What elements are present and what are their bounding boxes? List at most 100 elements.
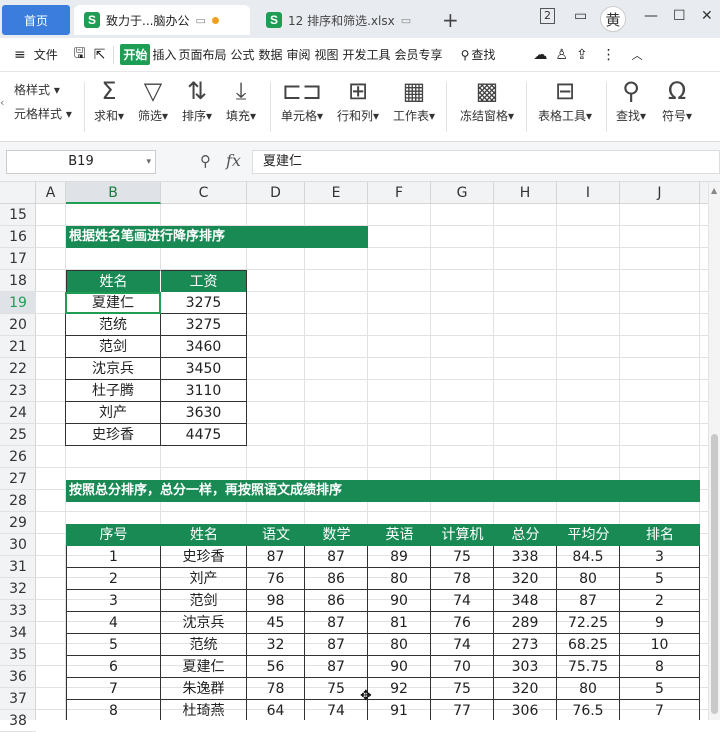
tab-document-2[interactable]: S 12 排序和筛选.xlsx ▭ (256, 5, 432, 35)
table2-cell-chinese[interactable]: 45 (247, 612, 305, 634)
table2-cell-english[interactable]: 90 (368, 656, 431, 678)
share-user-icon[interactable]: ♙ (555, 47, 568, 63)
column-header-i[interactable]: I (557, 182, 620, 204)
table2-cell-seq[interactable]: 7 (66, 678, 161, 700)
row-header[interactable]: 30 (0, 534, 36, 556)
row-header[interactable]: 16 (0, 226, 36, 248)
table2-cell-name[interactable]: 沈京兵 (161, 612, 247, 634)
table2-cell-math[interactable]: 74 (305, 700, 368, 720)
column-header-a[interactable]: A (36, 182, 66, 204)
column-header-e[interactable]: E (305, 182, 368, 204)
table2-cell-rank[interactable]: 7 (620, 700, 700, 720)
table2-cell-english[interactable]: 80 (368, 568, 431, 590)
table2-header[interactable]: 序号 (66, 524, 161, 546)
table2-cell-english[interactable]: 80 (368, 634, 431, 656)
rows-cols-button[interactable]: ⊞ 行和列▾ (330, 76, 386, 126)
table2-cell-chinese[interactable]: 56 (247, 656, 305, 678)
menu-formula[interactable]: 公式 (230, 46, 254, 63)
table2-cell-computer[interactable]: 75 (431, 678, 494, 700)
table2-header[interactable]: 英语 (368, 524, 431, 546)
table2-cell-seq[interactable]: 1 (66, 546, 161, 568)
table2-cell-math[interactable]: 86 (305, 590, 368, 612)
table2-cell-total[interactable]: 273 (494, 634, 557, 656)
row-header[interactable]: 35 (0, 644, 36, 666)
vertical-scrollbar[interactable]: ▲ (708, 182, 720, 720)
table1-cell-salary[interactable]: 3275 (161, 314, 247, 336)
table2-cell-seq[interactable]: 2 (66, 568, 161, 590)
collapse-ribbon-icon[interactable]: ︿ (632, 47, 643, 63)
column-header-f[interactable]: F (368, 182, 431, 204)
table2-cell-chinese[interactable]: 87 (247, 546, 305, 568)
table2-cell-average[interactable]: 80 (557, 568, 620, 590)
table1-cell-salary[interactable]: 3450 (161, 358, 247, 380)
table2-cell-computer[interactable]: 76 (431, 612, 494, 634)
function-icon[interactable]: fx (226, 151, 241, 170)
table2-cell-seq[interactable]: 6 (66, 656, 161, 678)
table-style-dropdown[interactable]: 格样式 ▾ (0, 78, 80, 102)
table1-header-salary[interactable]: 工资 (161, 270, 247, 292)
table-tools-button[interactable]: ⊟ 表格工具▾ (530, 76, 600, 126)
column-header-j[interactable]: J (620, 182, 700, 204)
row-header[interactable]: 27 (0, 468, 36, 490)
table1-cell-salary[interactable]: 3630 (161, 402, 247, 424)
table2-cell-rank[interactable]: 2 (620, 590, 700, 612)
table2-header[interactable]: 平均分 (557, 524, 620, 546)
sheet-grid[interactable]: 根据姓名笔画进行降序排序 姓名 工资 夏建仁 3275 范统 3275 范剑 3… (36, 204, 708, 720)
table2-cell-average[interactable]: 80 (557, 678, 620, 700)
table2-cell-english[interactable]: 92 (368, 678, 431, 700)
menu-developer[interactable]: 开发工具 (343, 46, 391, 63)
new-tab-button[interactable]: + (442, 8, 459, 32)
export-icon[interactable]: ⇱ (94, 47, 106, 63)
table2-cell-seq[interactable]: 8 (66, 700, 161, 720)
menu-search[interactable]: 查找 (471, 46, 495, 63)
search-icon[interactable]: ⚲ (461, 48, 470, 62)
table2-header[interactable]: 语文 (247, 524, 305, 546)
table1-cell-salary[interactable]: 3275 (161, 292, 247, 314)
workspace-icon[interactable]: 2 (540, 8, 555, 24)
row-header[interactable]: 33 (0, 600, 36, 622)
table2-header[interactable]: 总分 (494, 524, 557, 546)
table2-cell-name[interactable]: 史珍香 (161, 546, 247, 568)
table2-cell-computer[interactable]: 74 (431, 634, 494, 656)
share-icon[interactable]: ⇪ (576, 47, 588, 63)
select-all-corner[interactable] (0, 182, 36, 204)
row-header[interactable]: 19 (0, 292, 36, 314)
row-header[interactable]: 15 (0, 204, 36, 226)
more-icon[interactable]: ⋮ (602, 47, 616, 63)
table2-cell-math[interactable]: 75 (305, 678, 368, 700)
table2-cell-seq[interactable]: 4 (66, 612, 161, 634)
table2-cell-total[interactable]: 338 (494, 546, 557, 568)
hamburger-menu-icon[interactable]: ≡ (14, 47, 26, 63)
table2-cell-total[interactable]: 303 (494, 656, 557, 678)
row-header[interactable]: 17 (0, 248, 36, 270)
row-header[interactable]: 32 (0, 578, 36, 600)
table2-cell-name[interactable]: 夏建仁 (161, 656, 247, 678)
row-header[interactable]: 29 (0, 512, 36, 534)
table2-header[interactable]: 姓名 (161, 524, 247, 546)
table2-cell-math[interactable]: 86 (305, 568, 368, 590)
table2-cell-rank[interactable]: 9 (620, 612, 700, 634)
table1-title-banner[interactable]: 根据姓名笔画进行降序排序 (66, 226, 368, 248)
ribbon-scroll-left-icon[interactable]: ‹ (0, 96, 4, 109)
row-header[interactable]: 34 (0, 622, 36, 644)
table2-cell-chinese[interactable]: 78 (247, 678, 305, 700)
table1-cell-salary[interactable]: 3110 (161, 380, 247, 402)
column-header-h[interactable]: H (494, 182, 557, 204)
row-header[interactable]: 24 (0, 402, 36, 424)
table1-cell-name[interactable]: 夏建仁 (65, 292, 161, 314)
row-header[interactable]: 22 (0, 358, 36, 380)
table2-cell-average[interactable]: 87 (557, 590, 620, 612)
column-header-c[interactable]: C (161, 182, 247, 204)
row-header[interactable]: 25 (0, 424, 36, 446)
maximize-button[interactable]: ☐ (673, 8, 686, 24)
table2-cell-math[interactable]: 87 (305, 634, 368, 656)
table1-cell-name[interactable]: 范剑 (65, 336, 161, 358)
table2-cell-rank[interactable]: 10 (620, 634, 700, 656)
column-header-b[interactable]: B (66, 182, 161, 204)
menu-page-layout[interactable]: 页面布局 (178, 46, 226, 63)
table2-cell-computer[interactable]: 74 (431, 590, 494, 612)
table2-cell-average[interactable]: 72.25 (557, 612, 620, 634)
row-header[interactable]: 20 (0, 314, 36, 336)
row-header[interactable]: 38 (0, 710, 36, 732)
row-header[interactable]: 31 (0, 556, 36, 578)
